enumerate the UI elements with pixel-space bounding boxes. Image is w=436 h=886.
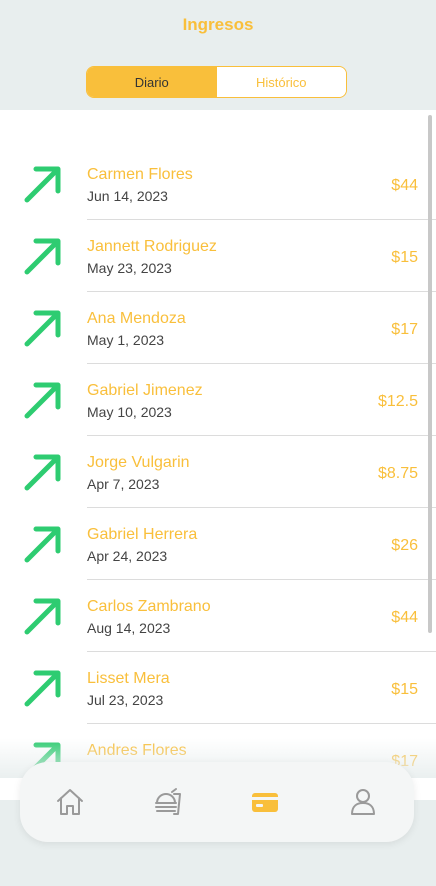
- arrow-up-right-icon: [24, 526, 61, 563]
- transaction-name: Andres Flores: [87, 742, 187, 759]
- arrow-up-right-icon: [24, 598, 61, 635]
- transaction-name: Carlos Zambrano: [87, 598, 211, 615]
- user-icon[interactable]: [347, 786, 379, 818]
- transaction-name: Jorge Vulgarin: [87, 454, 190, 471]
- list-item[interactable]: Gabriel Jimenez May 10, 2023 $12.5: [0, 364, 436, 436]
- list-item[interactable]: Gabriel Herrera Apr 24, 2023 $26: [0, 508, 436, 580]
- list-item[interactable]: Carlos Zambrano Aug 14, 2023 $44: [0, 580, 436, 652]
- arrow-up-right-icon: [24, 454, 61, 491]
- tab-switcher: Diario Histórico: [86, 66, 347, 98]
- header: Ingresos Diario Histórico: [0, 0, 436, 110]
- transaction-date: Jun 14, 2023: [87, 188, 168, 204]
- transaction-amount: $17: [391, 321, 418, 338]
- tab-diario[interactable]: Diario: [87, 67, 217, 97]
- transaction-amount: $15: [391, 681, 418, 698]
- transaction-date: May 10, 2023: [87, 404, 172, 420]
- transaction-amount: $26: [391, 537, 418, 554]
- page-title: Ingresos: [182, 15, 254, 34]
- arrow-up-right-icon: [24, 670, 61, 707]
- transaction-amount: $12.5: [377, 393, 418, 410]
- transaction-date: Apr 7, 2023: [87, 476, 160, 492]
- food-icon[interactable]: [152, 786, 184, 818]
- transaction-name: Carmen Flores: [87, 166, 193, 183]
- list-item[interactable]: Jorge Vulgarin Apr 7, 2023 $8.75: [0, 436, 436, 508]
- transaction-date: Aug 14, 2023: [87, 620, 171, 636]
- transaction-name: Gabriel Jimenez: [87, 382, 203, 399]
- scrollbar[interactable]: [428, 115, 432, 633]
- arrow-up-right-icon: [24, 238, 61, 275]
- transaction-date: Jul 23, 2023: [87, 692, 164, 708]
- transaction-name: Ana Mendoza: [87, 310, 186, 327]
- transaction-list[interactable]: Carmen Flores Jun 14, 2023 $44 Jannett R…: [0, 110, 436, 800]
- transaction-date: May 1, 2023: [87, 332, 165, 348]
- transaction-name: Gabriel Herrera: [87, 526, 198, 543]
- arrow-up-right-icon: [24, 382, 61, 419]
- transaction-amount: $15: [391, 249, 418, 266]
- transaction-date: Apr 24, 2023: [87, 548, 168, 564]
- list-item[interactable]: Jannett Rodriguez May 23, 2023 $15: [0, 220, 436, 292]
- tab-historico[interactable]: Histórico: [216, 67, 346, 97]
- transaction-name: Lisset Mera: [87, 670, 170, 687]
- transaction-amount: $44: [391, 609, 418, 626]
- transaction-date: May 23, 2023: [87, 260, 172, 276]
- transaction-name: Jannett Rodriguez: [87, 238, 217, 255]
- home-icon[interactable]: [54, 786, 86, 818]
- transaction-amount: $44: [391, 177, 418, 194]
- list-item[interactable]: Lisset Mera Jul 23, 2023 $15: [0, 652, 436, 724]
- bottom-nav: [20, 762, 414, 842]
- card-icon[interactable]: [249, 786, 281, 818]
- arrow-up-right-icon: [24, 310, 61, 347]
- list-item[interactable]: Ana Mendoza May 1, 2023 $17: [0, 292, 436, 364]
- arrow-up-right-icon: [24, 166, 61, 203]
- transaction-amount: $8.75: [377, 465, 418, 482]
- list-item[interactable]: Carmen Flores Jun 14, 2023 $44: [0, 148, 436, 220]
